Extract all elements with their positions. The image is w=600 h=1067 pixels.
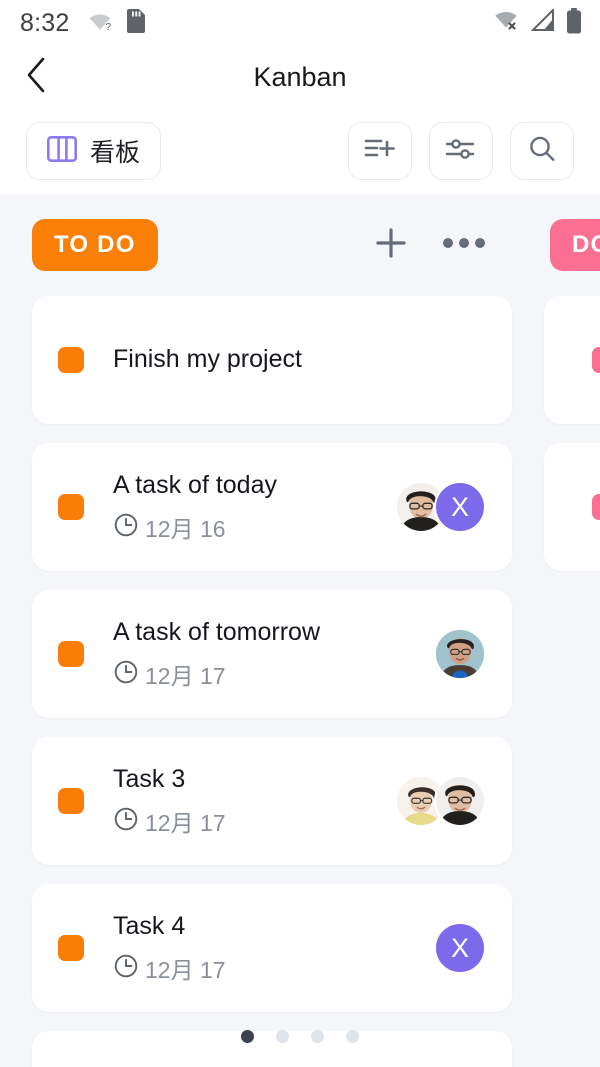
- card-assignees: [395, 775, 486, 827]
- clock-icon: [113, 512, 139, 543]
- toolbar-actions: [348, 122, 574, 180]
- board-toolbar: 看板: [0, 108, 600, 194]
- page-dot[interactable]: [276, 1030, 289, 1043]
- avatar-photo: [436, 630, 484, 678]
- card-color-marker: [58, 935, 84, 961]
- card-color-marker: [592, 494, 600, 520]
- avatar-photo: [436, 777, 484, 825]
- clock-icon: [113, 953, 139, 984]
- page-title: Kanban: [253, 61, 347, 92]
- card-body: A task of tomorrow 12月 17: [113, 617, 424, 691]
- avatar-initial: X: [450, 491, 469, 522]
- page-indicator: [0, 1030, 600, 1043]
- card-color-marker: [592, 347, 600, 373]
- card-due-text: 12月 17: [145, 810, 226, 837]
- card-assignees: X: [434, 922, 486, 974]
- status-time: 8:32: [20, 8, 70, 37]
- card-due-date: 12月 17: [113, 951, 424, 985]
- card-assignees: [434, 628, 486, 680]
- wifi-off-icon: [492, 9, 522, 37]
- task-card[interactable]: A task of today 12月 16 X: [32, 443, 512, 571]
- card-title: A task of today: [113, 470, 277, 499]
- card-body: A task of today 12月 16: [113, 470, 385, 544]
- column-header-todo: TO DO: [32, 194, 512, 296]
- task-card[interactable]: [544, 443, 600, 571]
- wifi-question-icon: ?: [87, 10, 115, 37]
- filter-button[interactable]: [429, 122, 493, 180]
- page-dot[interactable]: [346, 1030, 359, 1043]
- task-card[interactable]: [544, 296, 600, 424]
- title-bar: Kanban: [0, 46, 600, 108]
- board-columns-icon: [46, 135, 77, 167]
- clock-icon: [113, 806, 139, 837]
- status-left-icons: ?: [87, 8, 146, 38]
- column-title-pill-todo[interactable]: TO DO: [32, 219, 158, 271]
- card-body: Task 3 12月 17: [113, 764, 385, 838]
- card-due-text: 12月 17: [145, 957, 226, 984]
- status-bar: 8:32 ?: [0, 0, 600, 46]
- column-title-doing: DO: [572, 231, 600, 258]
- card-title: A task of tomorrow: [113, 617, 321, 646]
- board-view-label: 看板: [90, 139, 141, 167]
- more-horizontal-icon: [442, 236, 486, 254]
- avatar[interactable]: [434, 775, 486, 827]
- list-add-icon: [364, 136, 396, 167]
- task-card[interactable]: Finish my project: [32, 296, 512, 424]
- svg-text:?: ?: [106, 22, 112, 32]
- card-color-marker: [58, 788, 84, 814]
- card-due-text: 12月 16: [145, 516, 226, 543]
- sd-card-icon: [125, 8, 146, 38]
- task-card[interactable]: Task 4 12月 17 X: [32, 884, 512, 1012]
- card-title: Task 3: [113, 764, 186, 793]
- board-view-chip[interactable]: 看板: [26, 122, 162, 180]
- avatar[interactable]: X: [434, 922, 486, 974]
- status-right-icons: [492, 7, 582, 39]
- column-title-todo: TO DO: [54, 231, 136, 258]
- card-due-date: 12月 16: [113, 510, 385, 544]
- battery-full-icon: [566, 7, 582, 39]
- column-title-pill-doing[interactable]: DO: [550, 219, 600, 271]
- card-color-marker: [58, 641, 84, 667]
- kanban-board[interactable]: TO DO Finish my project A task of today …: [0, 194, 600, 1067]
- search-button[interactable]: [510, 122, 574, 180]
- column-actions-todo: [374, 226, 512, 265]
- avatar[interactable]: X: [434, 481, 486, 533]
- search-icon: [527, 134, 557, 169]
- card-body: Finish my project: [113, 344, 476, 375]
- card-title: Task 4: [113, 911, 186, 940]
- avatar[interactable]: [434, 628, 486, 680]
- card-due-text: 12月 17: [145, 663, 226, 690]
- column-todo: TO DO Finish my project A task of today …: [0, 194, 544, 1067]
- plus-icon: [374, 226, 408, 265]
- column-doing: DO: [544, 194, 600, 1067]
- card-assignees: X: [395, 481, 486, 533]
- page-dot[interactable]: [311, 1030, 324, 1043]
- avatar-initial: X: [450, 932, 469, 963]
- cellular-signal-icon: [530, 7, 557, 37]
- column-header-doing: DO: [544, 194, 600, 296]
- task-card[interactable]: Task 3 12月 17: [32, 737, 512, 865]
- page-dot[interactable]: [241, 1030, 254, 1043]
- card-body: Task 4 12月 17: [113, 911, 424, 985]
- card-color-marker: [58, 347, 84, 373]
- clock-icon: [113, 659, 139, 690]
- card-color-marker: [58, 494, 84, 520]
- card-title: Finish my project: [113, 345, 302, 374]
- task-card[interactable]: A task of tomorrow 12月 17: [32, 590, 512, 718]
- kanban-app-screen: 8:32 ? Kanban 看板 TO DO Finish my project…: [0, 0, 600, 1067]
- back-button[interactable]: [8, 48, 66, 106]
- card-due-date: 12月 17: [113, 804, 385, 838]
- column-menu-button[interactable]: [442, 236, 486, 254]
- sliders-icon: [445, 136, 477, 167]
- add-list-button[interactable]: [348, 122, 412, 180]
- board-columns: TO DO Finish my project A task of today …: [0, 194, 600, 1067]
- add-card-button[interactable]: [374, 226, 408, 265]
- card-due-date: 12月 17: [113, 657, 424, 691]
- chevron-left-icon: [25, 56, 49, 99]
